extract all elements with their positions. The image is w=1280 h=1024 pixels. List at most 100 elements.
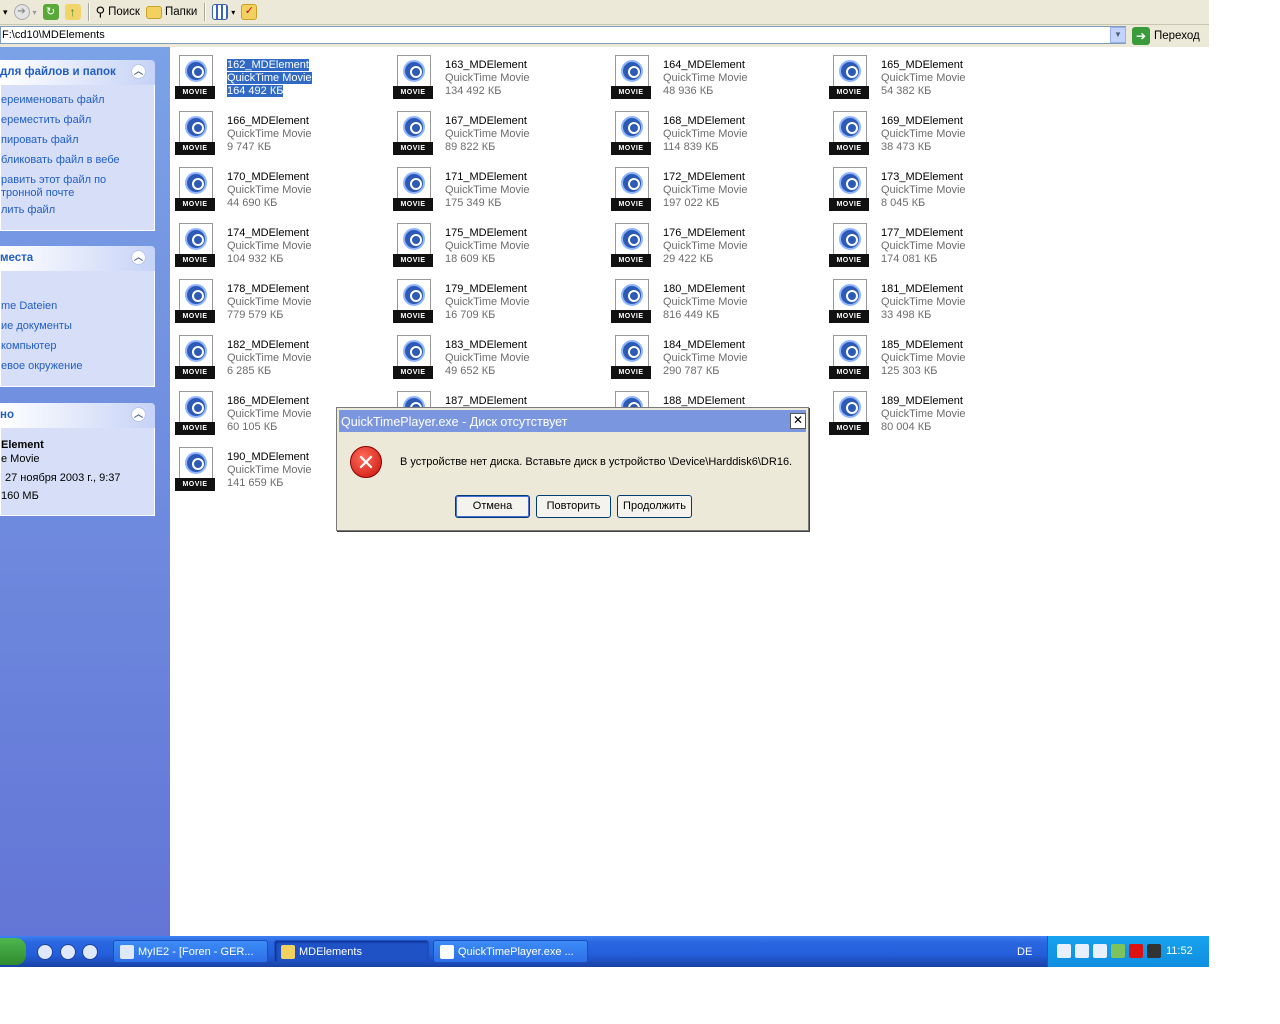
file-size: 54 382 КБ — [881, 85, 932, 97]
address-input[interactable]: F:\cd10\MDElements — [0, 26, 1126, 44]
start-button[interactable] — [0, 938, 26, 965]
file-name: 174_MDElement — [227, 227, 309, 239]
tray-sound-icon[interactable] — [1093, 944, 1107, 958]
up-folder-button[interactable]: ↑ — [62, 2, 84, 22]
email-file-link-line2[interactable]: тронной почте — [1, 187, 154, 200]
place-link-my-computer[interactable]: компьютер — [1, 340, 154, 353]
file-item[interactable]: MOVIE 180_MDElement QuickTime Movie 816 449… — [606, 274, 816, 324]
tray-app2-icon[interactable] — [1111, 944, 1125, 958]
xear-3d-icon[interactable] — [1147, 944, 1161, 958]
search-button[interactable]: ⚲ Поиск — [93, 2, 143, 22]
quicktime-movie-icon: MOVIE — [393, 223, 433, 271]
cancel-button[interactable]: Отмена — [455, 495, 530, 518]
clock[interactable]: 11:52 — [1166, 945, 1193, 957]
dialog-title-bar[interactable]: QuickTimePlayer.exe - Диск отсутствует ✕ — [339, 410, 806, 432]
delete-file-link[interactable]: лить файл — [1, 204, 154, 217]
file-item[interactable]: MOVIE 182_MDElement QuickTime Movie 6 285 К… — [170, 330, 380, 380]
place-link-network[interactable]: евое окружение — [1, 360, 154, 373]
move-file-link[interactable]: ереместить файл — [1, 114, 154, 127]
collapse-chevron-icon[interactable]: ︿ — [131, 250, 146, 265]
email-file-link[interactable]: равить этот файл по — [1, 174, 154, 187]
forward-button[interactable]: ➔ ▾ — [11, 2, 40, 22]
taskbar-item-label: QuickTimePlayer.exe ... — [458, 946, 574, 958]
folder-options-button[interactable]: ✓ — [238, 2, 260, 22]
taskbar-item-myie2[interactable]: MyIE2 - [Foren - GER... — [113, 940, 268, 963]
file-item[interactable]: MOVIE 189_MDElement QuickTime Movie 80 004 … — [824, 386, 1034, 436]
error-icon: ✕ — [350, 446, 382, 478]
details-header[interactable]: но ︿ — [0, 403, 155, 428]
quicklaunch-media-icon[interactable] — [60, 944, 76, 960]
file-item[interactable]: MOVIE 167_MDElement QuickTime Movie 89 822 … — [388, 106, 598, 156]
file-item[interactable]: MOVIE 181_MDElement QuickTime Movie 33 498 … — [824, 274, 1034, 324]
network-icon[interactable] — [1075, 944, 1089, 958]
file-item[interactable]: MOVIE 183_MDElement QuickTime Movie 49 652 … — [388, 330, 598, 380]
file-size: 164 492 КБ — [227, 85, 284, 97]
file-name: 169_MDElement — [881, 115, 963, 127]
file-item[interactable]: MOVIE 175_MDElement QuickTime Movie 18 609 … — [388, 218, 598, 268]
file-size: 16 709 КБ — [445, 309, 496, 321]
refresh-button[interactable]: ↻ — [40, 2, 62, 22]
continue-button[interactable]: Продолжить — [617, 495, 692, 518]
file-name: 189_MDElement — [881, 395, 963, 407]
taskbar-item-mdelements[interactable]: MDElements — [274, 940, 429, 963]
file-item[interactable]: MOVIE 163_MDElement QuickTime Movie 134 492… — [388, 50, 598, 100]
file-item[interactable]: MOVIE 178_MDElement QuickTime Movie 779 579… — [170, 274, 380, 324]
file-type: QuickTime Movie — [663, 184, 748, 196]
file-item[interactable]: MOVIE 172_MDElement QuickTime Movie 197 022… — [606, 162, 816, 212]
file-item[interactable]: MOVIE 169_MDElement QuickTime Movie 38 473 … — [824, 106, 1034, 156]
file-item[interactable]: MOVIE 185_MDElement QuickTime Movie 125 303… — [824, 330, 1034, 380]
file-item[interactable]: MOVIE 177_MDElement QuickTime Movie 174 081… — [824, 218, 1034, 268]
language-indicator[interactable]: DE — [1017, 946, 1032, 958]
file-type: QuickTime Movie — [227, 128, 312, 140]
place-link-my-files[interactable]: me Dateien — [1, 300, 154, 313]
folders-label: Папки — [164, 6, 198, 18]
file-item[interactable]: MOVIE 179_MDElement QuickTime Movie 16 709 … — [388, 274, 598, 324]
system-tray: 11:52 — [1047, 936, 1209, 967]
folders-button[interactable]: Папки — [143, 2, 200, 22]
quicktime-movie-icon: MOVIE — [175, 55, 215, 103]
tray-app-icon[interactable] — [1057, 944, 1071, 958]
file-name: 186_MDElement — [227, 395, 309, 407]
publish-file-link[interactable]: бликовать файл в вебе — [1, 154, 154, 167]
file-item[interactable]: MOVIE 174_MDElement QuickTime Movie 104 932… — [170, 218, 380, 268]
file-item[interactable]: MOVIE 166_MDElement QuickTime Movie 9 747 К… — [170, 106, 380, 156]
file-size: 60 105 КБ — [227, 421, 278, 433]
file-type: QuickTime Movie — [663, 240, 748, 252]
place-link-my-documents[interactable]: ие документы — [1, 320, 154, 333]
file-item[interactable]: MOVIE 164_MDElement QuickTime Movie 48 936 … — [606, 50, 816, 100]
file-item[interactable]: MOVIE 173_MDElement QuickTime Movie 8 045 К… — [824, 162, 1034, 212]
file-tasks-header[interactable]: для файлов и папок ︿ — [0, 60, 155, 85]
other-places-header[interactable]: места ︿ — [0, 246, 155, 271]
address-dropdown-button[interactable]: ▼ — [1110, 27, 1126, 43]
file-size: 48 936 КБ — [663, 85, 714, 97]
forward-icon: ➔ — [13, 4, 30, 20]
file-name: 176_MDElement — [663, 227, 745, 239]
back-button[interactable]: ▾ — [0, 2, 11, 22]
quicktime-movie-icon: MOVIE — [175, 111, 215, 159]
ati-icon[interactable] — [1129, 944, 1143, 958]
file-item[interactable]: MOVIE 168_MDElement QuickTime Movie 114 839… — [606, 106, 816, 156]
file-item[interactable]: MOVIE 162_MDElement QuickTime Movie 164 492… — [170, 50, 380, 100]
retry-button[interactable]: Повторить — [536, 495, 611, 518]
views-icon — [212, 4, 229, 20]
quicklaunch-app-icon[interactable] — [82, 944, 98, 960]
rename-file-link[interactable]: ереименовать файл — [1, 94, 154, 107]
task-pane: для файлов и папок ︿ ереименовать файл е… — [0, 47, 170, 936]
file-size: 44 690 КБ — [227, 197, 278, 209]
quicklaunch-browser-icon[interactable] — [37, 944, 53, 960]
file-item[interactable]: MOVIE 176_MDElement QuickTime Movie 29 422 … — [606, 218, 816, 268]
file-item[interactable]: MOVIE 184_MDElement QuickTime Movie 290 787… — [606, 330, 816, 380]
file-size: 80 004 КБ — [881, 421, 932, 433]
file-name: 178_MDElement — [227, 283, 309, 295]
copy-file-link[interactable]: пировать файл — [1, 134, 154, 147]
close-button[interactable]: ✕ — [790, 413, 806, 429]
quicktime-movie-icon: MOVIE — [175, 391, 215, 439]
file-item[interactable]: MOVIE 170_MDElement QuickTime Movie 44 690 … — [170, 162, 380, 212]
go-button[interactable]: ➔ Переход — [1132, 26, 1200, 45]
collapse-chevron-icon[interactable]: ︿ — [131, 64, 146, 79]
file-item[interactable]: MOVIE 171_MDElement QuickTime Movie 175 349… — [388, 162, 598, 212]
views-button[interactable]: ▾ — [209, 2, 238, 22]
taskbar-item-quicktime[interactable]: QuickTimePlayer.exe ... — [433, 940, 588, 963]
file-item[interactable]: MOVIE 165_MDElement QuickTime Movie 54 382 … — [824, 50, 1034, 100]
collapse-chevron-icon[interactable]: ︿ — [131, 407, 146, 422]
